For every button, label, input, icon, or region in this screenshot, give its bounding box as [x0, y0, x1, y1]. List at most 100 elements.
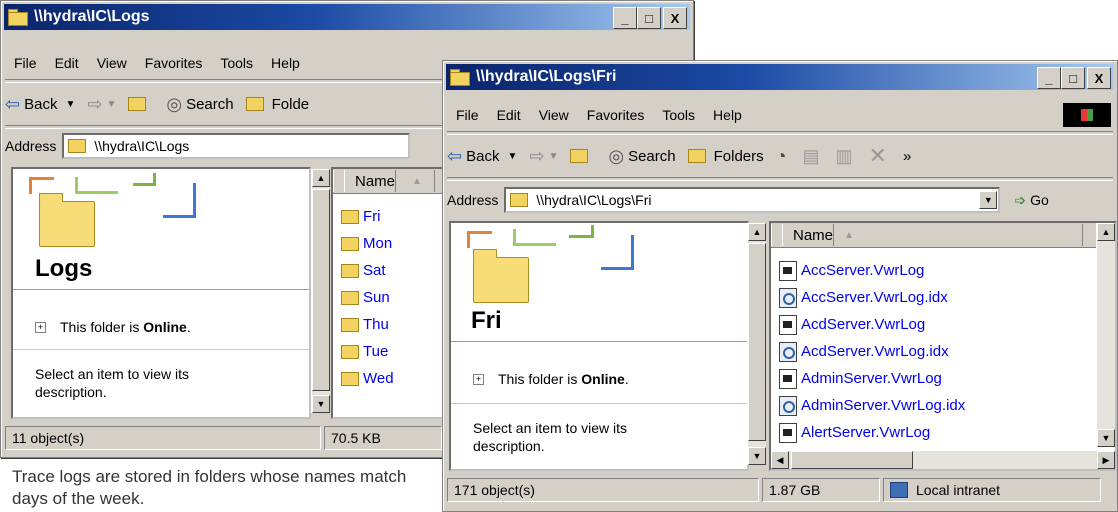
dropdown-arrow-icon: ▼ — [548, 150, 559, 162]
list-item[interactable]: AlertServer.VwrLog — [773, 419, 965, 446]
back-title-bar[interactable]: \\hydra\IC\Logs _ □ X — [4, 4, 690, 30]
scroll-right-button[interactable]: ▶ — [1097, 451, 1115, 469]
scroll-thumb[interactable] — [748, 243, 766, 441]
menu-view[interactable]: View — [97, 55, 127, 71]
window-title: \\hydra\IC\Logs\Fri — [476, 68, 617, 85]
folders-button[interactable]: Folders — [687, 148, 764, 165]
menu-edit[interactable]: Edit — [55, 55, 79, 71]
expand-icon[interactable]: + — [35, 321, 46, 333]
index-file-icon — [779, 287, 797, 308]
list-item[interactable]: Sun — [337, 284, 394, 311]
menu-file[interactable]: File — [14, 55, 37, 71]
expand-icon[interactable]: + — [473, 373, 484, 385]
delete-button[interactable]: ✕ — [869, 143, 891, 169]
back-button[interactable]: ⇦ Back ▼ — [5, 94, 75, 115]
minimize-button[interactable]: _ — [1037, 67, 1061, 89]
list-item[interactable]: AcdServer.VwrLog — [773, 311, 965, 338]
history-button[interactable]: ◔ — [776, 146, 791, 167]
list-item[interactable]: Mon — [337, 230, 394, 257]
folders-icon — [687, 149, 706, 163]
scroll-down-button[interactable]: ▼ — [312, 395, 330, 413]
up-folder-button[interactable] — [128, 97, 154, 111]
file-list-scrollbar[interactable]: ▲ ▼ — [1096, 223, 1115, 447]
menu-favorites[interactable]: Favorites — [145, 55, 203, 71]
menu-edit[interactable]: Edit — [497, 107, 521, 123]
menu-tools[interactable]: Tools — [662, 107, 695, 123]
folders-button[interactable]: Folde — [245, 96, 309, 113]
list-item[interactable]: AdminServer.VwrLog.idx — [773, 392, 965, 419]
decoration — [163, 183, 196, 218]
search-icon: ◎ — [608, 145, 625, 166]
list-item[interactable]: Tue — [337, 338, 394, 365]
scroll-up-button[interactable]: ▲ — [748, 223, 766, 241]
file-list: Name ▲ AccServer.VwrLog AccServer.VwrLog.… — [769, 221, 1117, 471]
close-button[interactable]: X — [1087, 67, 1111, 89]
folders-icon — [245, 97, 264, 111]
address-input[interactable]: \\hydra\IC\Logs — [62, 133, 411, 159]
decoration — [601, 235, 634, 270]
menu-favorites[interactable]: Favorites — [587, 107, 645, 123]
forward-button[interactable]: ⇨ ▼ — [87, 94, 116, 115]
folder-icon — [68, 139, 87, 153]
divider — [451, 403, 747, 404]
forward-button[interactable]: ⇨ ▼ — [529, 146, 558, 167]
decoration — [29, 177, 54, 194]
folder-icon — [510, 193, 529, 207]
dropdown-arrow-icon: ▼ — [106, 98, 117, 110]
back-button[interactable]: ⇦ Back ▼ — [447, 146, 517, 167]
scroll-thumb[interactable] — [312, 189, 330, 391]
dropdown-arrow-icon: ▼ — [65, 98, 76, 110]
name-column-header[interactable]: Name ▲ — [771, 224, 1083, 246]
copy-to-button[interactable]: ▥ — [836, 146, 857, 167]
sort-arrow-icon: ▲ — [844, 229, 854, 241]
list-item[interactable]: Thu — [337, 311, 394, 338]
address-label: Address — [447, 192, 499, 208]
folder-icon — [341, 209, 359, 224]
decoration — [569, 225, 594, 238]
scroll-thumb[interactable] — [791, 451, 913, 469]
toolbar: ⇦ Back ▼ ⇨ ▼ ◎ Search Folde — [5, 87, 321, 121]
address-input[interactable]: \\hydra\IC\Logs\Fri ▼ — [504, 187, 1001, 213]
scroll-up-button[interactable]: ▲ — [312, 169, 330, 187]
close-button[interactable]: X — [663, 7, 687, 29]
front-title-bar[interactable]: \\hydra\IC\Logs\Fri _ □ X — [446, 64, 1114, 90]
task-pane-scrollbar[interactable]: ▲ ▼ — [311, 169, 330, 413]
go-button[interactable]: ➩ Go — [1014, 192, 1048, 209]
minimize-button[interactable]: _ — [613, 7, 637, 29]
up-folder-button[interactable] — [570, 149, 596, 163]
scroll-down-button[interactable]: ▼ — [1097, 429, 1115, 447]
task-pane: Logs + This folder is Online. Select an … — [11, 167, 311, 419]
list-item[interactable]: AdminServer.VwrLog — [773, 365, 965, 392]
list-item[interactable]: Sat — [337, 257, 394, 284]
status-zone: Local intranet — [883, 478, 1101, 502]
search-button[interactable]: ◎ Search — [608, 146, 675, 167]
menu-view[interactable]: View — [539, 107, 569, 123]
search-button[interactable]: ◎ Search — [166, 94, 233, 115]
menu-help[interactable]: Help — [271, 55, 300, 71]
toolbar-overflow-button[interactable]: » — [903, 148, 911, 165]
move-to-button[interactable]: ▤ — [803, 146, 824, 167]
menu-file[interactable]: File — [456, 107, 479, 123]
divider — [13, 289, 309, 290]
task-pane-scrollbar[interactable]: ▲ ▼ — [747, 223, 766, 465]
scroll-down-button[interactable]: ▼ — [748, 447, 766, 465]
scroll-left-button[interactable]: ◀ — [771, 451, 789, 469]
menu-help[interactable]: Help — [713, 107, 742, 123]
divider — [447, 131, 1113, 135]
list-item[interactable]: AcdServer.VwrLog.idx — [773, 338, 965, 365]
column-header: Name ▲ — [771, 223, 1115, 248]
list-item[interactable]: Wed — [337, 365, 394, 392]
name-column-header[interactable]: Name ▲ — [333, 170, 435, 192]
file-list-horizontal-scrollbar[interactable]: ◀ ▶ — [771, 451, 1115, 469]
address-dropdown-button[interactable]: ▼ — [979, 191, 998, 209]
list-item[interactable]: AccServer.VwrLog.idx — [773, 284, 965, 311]
list-item[interactable]: Fri — [337, 203, 394, 230]
maximize-button[interactable]: □ — [637, 7, 661, 29]
menu-tools[interactable]: Tools — [220, 55, 253, 71]
menu-bar: File Edit View Favorites Tools Help — [5, 49, 309, 77]
sort-arrow-icon: ▲ — [412, 175, 422, 187]
folder-icon — [450, 69, 470, 86]
maximize-button[interactable]: □ — [1061, 67, 1085, 89]
list-item[interactable]: AccServer.VwrLog — [773, 257, 965, 284]
scroll-up-button[interactable]: ▲ — [1097, 223, 1115, 241]
